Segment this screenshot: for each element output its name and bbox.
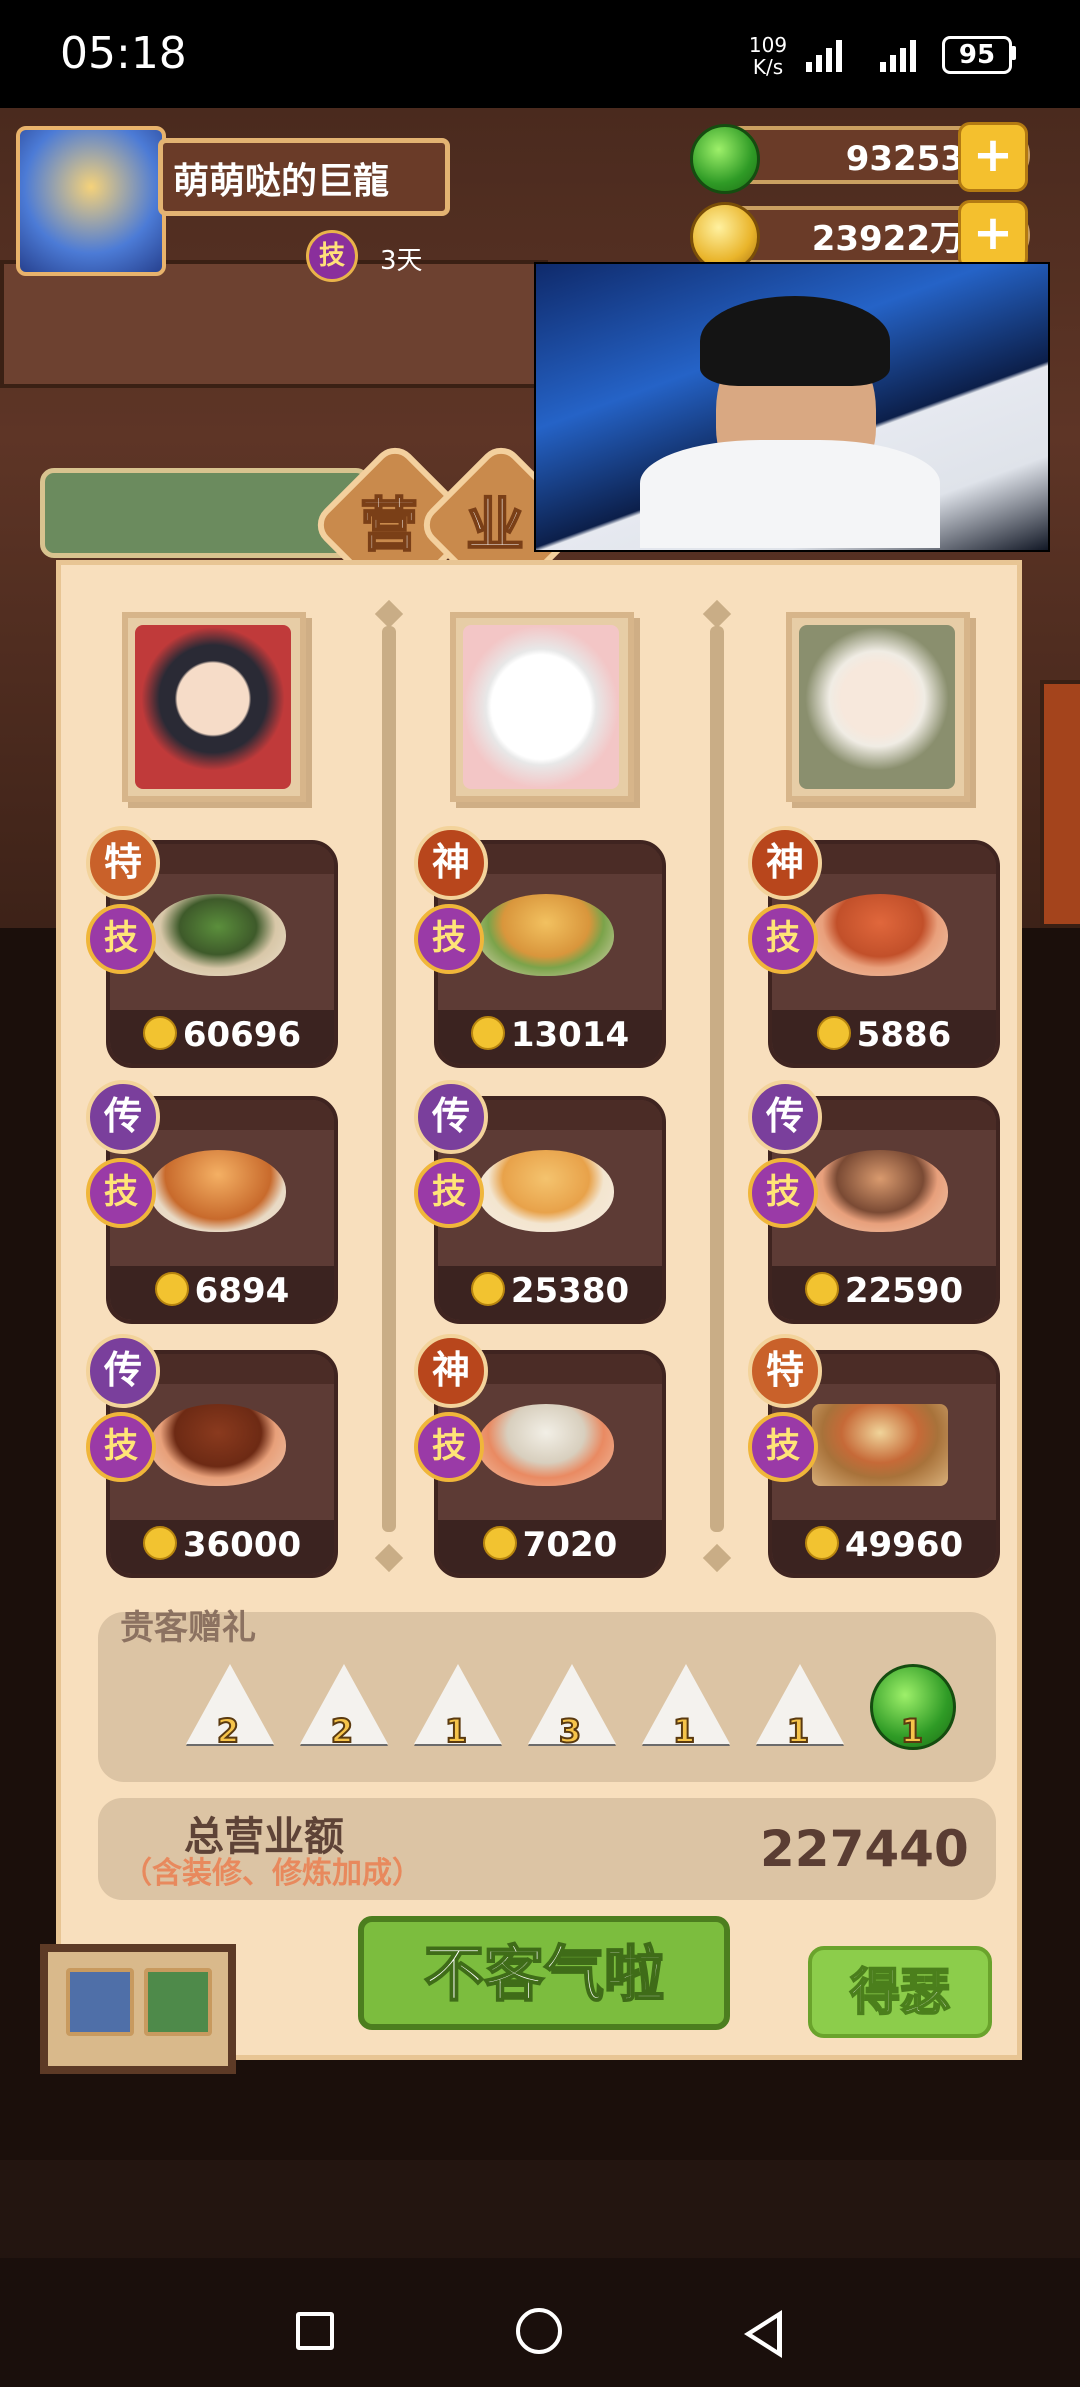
skill-badge: 技 bbox=[414, 1158, 484, 1228]
recent-apps-icon[interactable] bbox=[296, 2312, 334, 2350]
dish-price: 7020 bbox=[438, 1520, 662, 1574]
battery-tip bbox=[1011, 46, 1016, 60]
grade-badge: 传 bbox=[86, 1334, 160, 1408]
dish-price: 60696 bbox=[110, 1010, 334, 1064]
gift-item[interactable]: 2 bbox=[186, 1664, 274, 1751]
network-speed: 109 K/s bbox=[748, 33, 788, 79]
skill-badge: 技 bbox=[86, 1412, 156, 1482]
skill-badge: 技 bbox=[414, 904, 484, 974]
coin-icon bbox=[804, 1272, 839, 1306]
wall-shelf bbox=[0, 260, 548, 388]
coin-icon bbox=[804, 1526, 839, 1560]
dish-image bbox=[812, 1404, 948, 1486]
chef-girl-avatar bbox=[799, 625, 955, 789]
skill-badge: 技 bbox=[748, 1158, 818, 1228]
skill-badge: 技 bbox=[748, 904, 818, 974]
jade-icon bbox=[690, 124, 760, 194]
gift-item[interactable]: 3 bbox=[528, 1664, 616, 1751]
dish-price: 36000 bbox=[110, 1520, 334, 1574]
dish-price: 13014 bbox=[438, 1010, 662, 1064]
grade-badge: 传 bbox=[86, 1080, 160, 1154]
streamer-hair bbox=[700, 296, 890, 386]
coin-icon bbox=[142, 1016, 177, 1050]
confirm-button[interactable]: 不客气啦 bbox=[358, 1916, 730, 2030]
coin-icon bbox=[470, 1016, 505, 1050]
dish-image bbox=[812, 894, 948, 976]
grade-badge: 传 bbox=[414, 1080, 488, 1154]
chef-kitty-avatar bbox=[463, 625, 619, 789]
streamer-shirt bbox=[640, 440, 940, 548]
dish-image bbox=[478, 1150, 614, 1232]
chef-portrait-3[interactable] bbox=[786, 612, 970, 802]
clock: 05:18 bbox=[60, 28, 187, 79]
coin-icon bbox=[470, 1272, 505, 1306]
coin-icon bbox=[482, 1526, 517, 1560]
dish-image bbox=[150, 894, 286, 976]
skill-badge: 技 bbox=[414, 1412, 484, 1482]
dish-image bbox=[150, 1150, 286, 1232]
add-coins-button[interactable]: + bbox=[958, 200, 1028, 270]
dish-price: 5886 bbox=[772, 1010, 996, 1064]
menu-sign bbox=[1040, 680, 1080, 928]
skill-badge: 技 bbox=[306, 230, 358, 282]
slot-icon-1[interactable] bbox=[66, 1968, 134, 2036]
dish-image bbox=[812, 1150, 948, 1232]
coin-icon bbox=[154, 1272, 189, 1306]
player-avatar[interactable] bbox=[16, 126, 166, 276]
gift-item[interactable]: 1 bbox=[756, 1664, 844, 1751]
grade-badge: 特 bbox=[748, 1334, 822, 1408]
total-revenue-note: （含装修、修炼加成） bbox=[122, 1856, 422, 1891]
chef-boy-avatar bbox=[135, 625, 291, 789]
slot-icon-2[interactable] bbox=[144, 1968, 212, 2036]
dish-price: 49960 bbox=[772, 1520, 996, 1574]
dish-price: 22590 bbox=[772, 1266, 996, 1320]
coin-icon bbox=[142, 1526, 177, 1560]
column-divider bbox=[382, 626, 396, 1532]
chef-portrait-1[interactable] bbox=[122, 612, 306, 802]
player-name: 萌萌哒的巨龍 bbox=[158, 138, 450, 216]
show-off-button[interactable]: 得瑟 bbox=[808, 1946, 992, 2038]
chef-portrait-2[interactable] bbox=[450, 612, 634, 802]
skill-badge: 技 bbox=[86, 1158, 156, 1228]
back-icon-inner bbox=[752, 2318, 777, 2350]
gift-item[interactable]: 1 bbox=[414, 1664, 502, 1751]
signal-icon bbox=[806, 40, 842, 72]
gift-title: 贵客赠礼 bbox=[120, 1608, 256, 1648]
column-divider bbox=[710, 626, 724, 1532]
dish-image bbox=[150, 1404, 286, 1486]
gift-item[interactable]: 2 bbox=[300, 1664, 388, 1751]
battery-indicator: 95 bbox=[942, 36, 1012, 74]
grade-badge: 传 bbox=[748, 1080, 822, 1154]
grade-badge: 神 bbox=[414, 826, 488, 900]
skill-badge: 技 bbox=[86, 904, 156, 974]
dish-image bbox=[478, 1404, 614, 1486]
dish-price: 25380 bbox=[438, 1266, 662, 1320]
grade-badge: 神 bbox=[414, 1334, 488, 1408]
dish-price: 6894 bbox=[110, 1266, 334, 1320]
home-icon[interactable] bbox=[516, 2308, 562, 2354]
skill-days: 3天 bbox=[380, 246, 423, 276]
grade-badge: 神 bbox=[748, 826, 822, 900]
signal-icon-2 bbox=[880, 40, 916, 72]
dish-image bbox=[478, 894, 614, 976]
coin-icon bbox=[816, 1016, 851, 1050]
skill-badge: 技 bbox=[748, 1412, 818, 1482]
total-revenue-value: 227440 bbox=[760, 1820, 969, 1878]
add-gems-button[interactable]: + bbox=[958, 122, 1028, 192]
grade-badge: 特 bbox=[86, 826, 160, 900]
gift-item[interactable]: 1 bbox=[642, 1664, 730, 1751]
gift-item[interactable]: 1 bbox=[870, 1664, 956, 1751]
